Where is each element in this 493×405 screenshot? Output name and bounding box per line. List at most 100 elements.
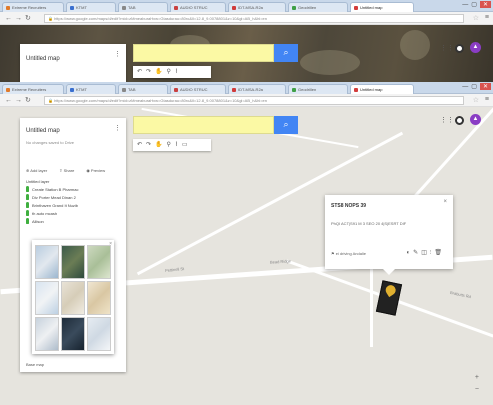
basemap-terrain-tile[interactable] — [87, 245, 111, 279]
undo-icon[interactable]: ↶ — [137, 142, 146, 148]
redo-icon[interactable]: ↷ — [146, 142, 155, 148]
back-icon[interactable]: ← — [5, 15, 15, 22]
list-item[interactable]: Untitled layer — [26, 178, 78, 186]
line-icon[interactable]: ⌇ — [175, 142, 182, 148]
camera-icon[interactable]: ◫ — [421, 250, 430, 256]
close-icon[interactable]: × — [443, 199, 447, 205]
account-circle-icon[interactable] — [455, 116, 464, 125]
list-item[interactable]: th auto mcash — [26, 210, 78, 218]
undo-icon[interactable]: ↶ — [137, 69, 146, 75]
tab-bar: Extreme Recruiters KTMT TAB AUDIO STRUC … — [0, 0, 493, 12]
pin-icon — [26, 186, 29, 192]
tab-tab[interactable]: TAB — [118, 2, 168, 12]
preview-button[interactable]: ◉ Preview — [86, 168, 111, 173]
basemap-light-political-tile[interactable] — [35, 281, 59, 315]
basemap-whitewater-tile[interactable] — [87, 317, 111, 351]
forward-icon[interactable]: → — [15, 97, 25, 104]
tab-extreme-recruiters[interactable]: Extreme Recruiters — [2, 2, 64, 12]
tab-untitled-map[interactable]: Untitled map — [350, 84, 414, 94]
redo-icon[interactable]: ↷ — [146, 69, 155, 75]
basemap-simple-atlas-tile[interactable] — [87, 281, 111, 315]
panel-menu-icon[interactable]: ⋮ — [114, 50, 121, 58]
window-controls: —▢ ✕ — [462, 83, 491, 90]
marker-icon[interactable]: ⚲ — [167, 142, 175, 148]
url-field[interactable]: 🔒 https://www.google.com/maps/d/edit?mid… — [44, 96, 464, 105]
line-icon[interactable]: ⌇ — [175, 69, 182, 75]
search-button[interactable]: ⌕ — [274, 44, 298, 62]
url-field[interactable]: 🔒 https://www.google.com/maps/d/edit?mid… — [44, 14, 464, 23]
tab-geodrillen[interactable]: Geodrillen — [288, 2, 348, 12]
tab-favicon-icon — [174, 6, 178, 10]
tab-ktmt[interactable]: KTMT — [66, 2, 116, 12]
apps-icon[interactable]: ⋮⋮ — [440, 116, 454, 124]
reload-icon[interactable]: ↻ — [25, 15, 34, 22]
tab-extreme-recruiters[interactable]: Extreme Recruiters — [2, 84, 64, 94]
map-search-input[interactable] — [133, 116, 274, 134]
map-title[interactable]: Untitled map — [26, 56, 60, 62]
zoom-out-icon[interactable]: − — [475, 386, 479, 393]
pin-icon — [26, 202, 29, 208]
tab-favicon-icon — [292, 6, 296, 10]
browser-menu-icon[interactable]: ≡ — [485, 14, 489, 21]
address-bar: ←→↻ 🔒 https://www.google.com/maps/d/edit… — [0, 12, 493, 25]
close-icon[interactable]: ✕ — [479, 83, 491, 90]
add-layer-button[interactable]: ⊕ Add layer — [26, 168, 53, 173]
list-item[interactable]: Allison — [26, 218, 78, 226]
maximize-icon[interactable]: ▢ — [471, 2, 480, 8]
browser-menu-icon[interactable]: ≡ — [485, 96, 489, 103]
basemap-map-tile[interactable] — [35, 245, 59, 279]
zoom-in-icon[interactable]: + — [475, 374, 479, 381]
map-toolbar: ↶↷✋⚲⌇ — [133, 66, 211, 78]
minimize-icon[interactable]: — — [462, 2, 471, 8]
ruler-icon[interactable]: ▭ — [182, 142, 192, 148]
avatar[interactable]: ▲ — [470, 114, 481, 125]
info-popup: STS8 NOPS 39 × PhQI ACT|S91 M 3 SEO 20 4… — [325, 195, 453, 275]
list-item[interactable]: Brinthaven Grand It Nuzib — [26, 202, 78, 210]
reload-icon[interactable]: ↻ — [25, 97, 34, 104]
tab-favicon-icon — [292, 88, 296, 92]
bookmark-star-icon[interactable]: ☆ — [473, 96, 479, 104]
tab-idt-msa[interactable]: IDT-MSA-R2a — [228, 84, 286, 94]
tab-idt-msa[interactable]: IDT-MSA-R2a — [228, 2, 286, 12]
hand-icon[interactable]: ✋ — [155, 142, 166, 148]
bookmark-star-icon[interactable]: ☆ — [473, 14, 479, 22]
hand-icon[interactable]: ✋ — [155, 69, 166, 75]
window-controls: —▢ ✕ — [462, 1, 491, 8]
share-button[interactable]: ⇪ Share — [59, 168, 80, 173]
tab-audio-struc[interactable]: AUDIO STRUC — [170, 84, 226, 94]
marker-icon[interactable]: ⚲ — [167, 69, 175, 75]
tab-geodrillen[interactable]: Geodrillen — [288, 84, 348, 94]
forward-icon[interactable]: → — [15, 15, 25, 22]
base-map-label[interactable]: Base map — [26, 362, 44, 367]
popup-directions[interactable]: ⚑ ei driving Andalie — [331, 251, 366, 256]
map-panel: Untitled map ⋮ — [20, 44, 126, 82]
account-circle-icon[interactable] — [455, 44, 464, 53]
tab-untitled-map[interactable]: Untitled map — [350, 2, 414, 12]
pin-icon — [26, 210, 29, 216]
edit-icon[interactable]: ✎ — [413, 250, 421, 256]
map-toolbar: ↶↷✋⚲⌇▭ — [133, 139, 211, 151]
apps-icon[interactable]: ⋮⋮ — [440, 44, 454, 52]
list-item[interactable]: Create Station B Pharmac — [26, 186, 78, 194]
basemap-light-landmass-tile[interactable] — [35, 317, 59, 351]
avatar[interactable]: ▲ — [470, 42, 481, 53]
tab-favicon-icon — [174, 88, 178, 92]
back-icon[interactable]: ← — [5, 97, 15, 104]
search-button[interactable]: ⌕ — [274, 116, 298, 134]
panel-menu-icon[interactable]: ⋮ — [114, 124, 121, 132]
delete-icon[interactable]: 🗑 — [434, 250, 445, 256]
pin-icon — [26, 218, 29, 224]
basemap-dark-landmass-tile[interactable] — [61, 317, 85, 351]
tab-favicon-icon — [232, 6, 236, 10]
tab-audio-struc[interactable]: AUDIO STRUC — [170, 2, 226, 12]
list-item[interactable]: Div Porter Mead Dinan 2 — [26, 194, 78, 202]
map-search-input[interactable] — [133, 44, 274, 62]
map-title[interactable]: Untitled map — [26, 128, 60, 134]
minimize-icon[interactable]: — — [462, 84, 471, 90]
tab-tab[interactable]: TAB — [118, 84, 168, 94]
basemap-mono-city-tile[interactable] — [61, 281, 85, 315]
close-icon[interactable]: ✕ — [479, 1, 491, 8]
basemap-satellite-tile[interactable] — [61, 245, 85, 279]
maximize-icon[interactable]: ▢ — [471, 84, 480, 90]
tab-ktmt[interactable]: KTMT — [66, 84, 116, 94]
